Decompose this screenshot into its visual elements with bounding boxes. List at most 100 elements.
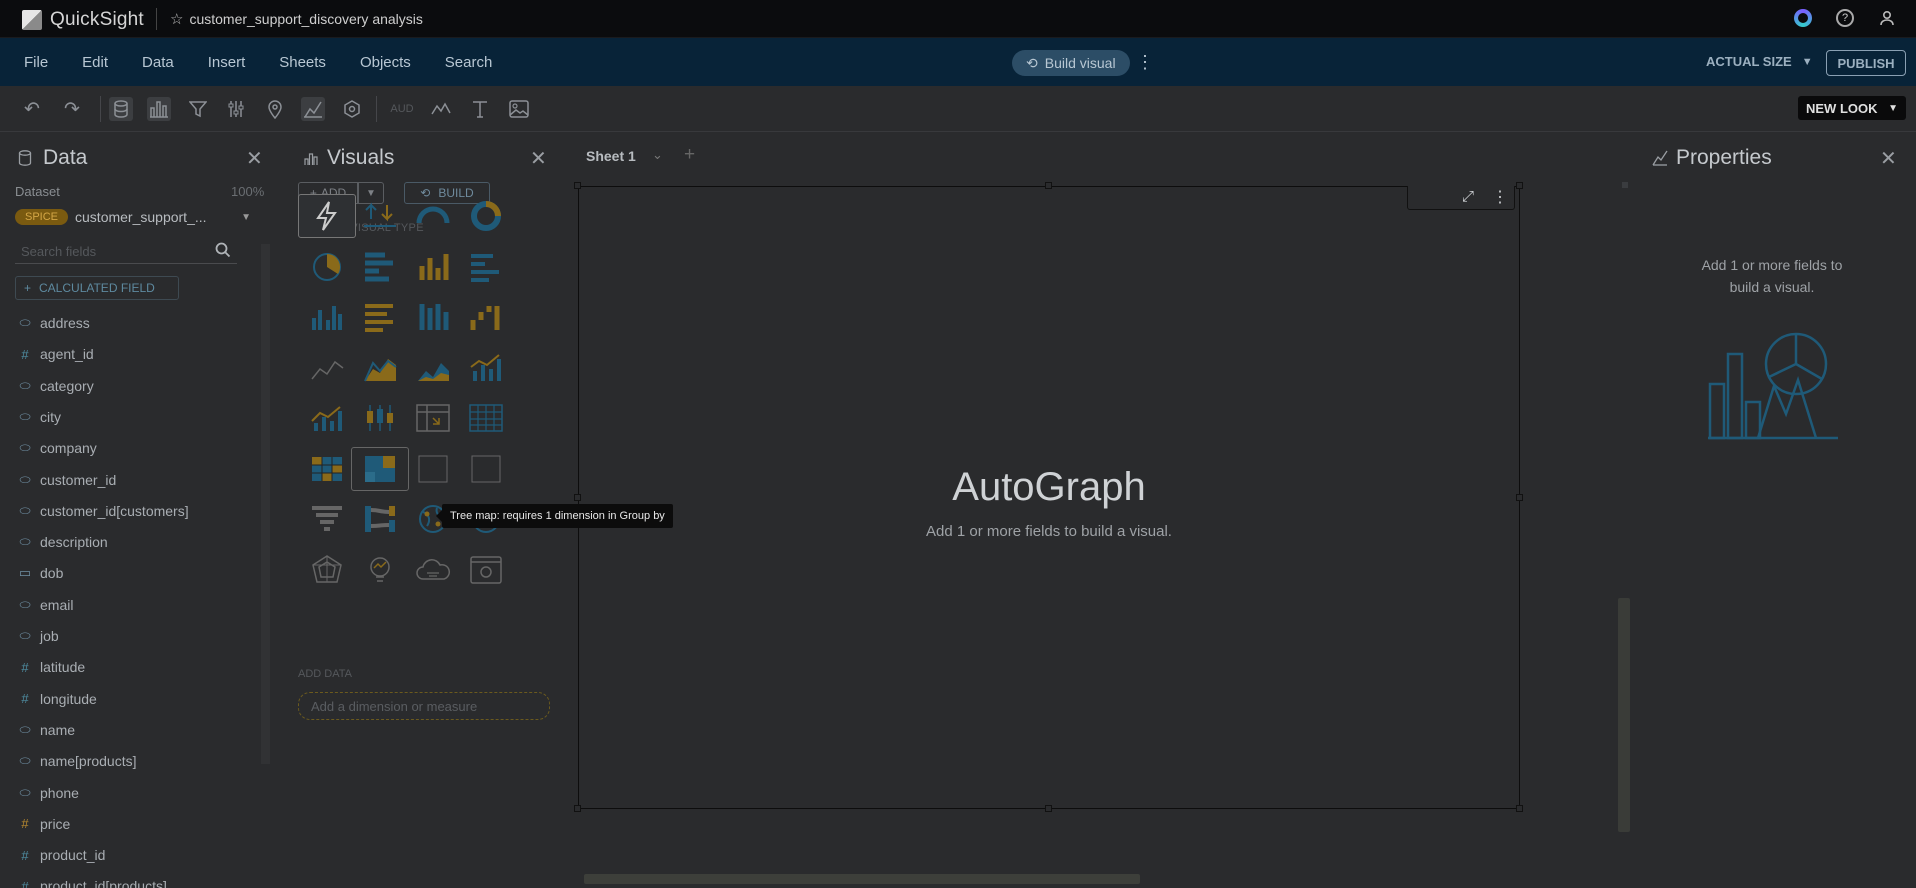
radar-chart-icon[interactable] [298, 548, 356, 592]
resize-handle[interactable] [1516, 494, 1523, 501]
gauge-icon[interactable] [404, 194, 462, 238]
field-item[interactable]: # product_id[products] [18, 878, 166, 888]
menu-insert[interactable]: Insert [208, 54, 246, 71]
heat-map-icon[interactable] [298, 447, 356, 491]
parameters-icon[interactable] [224, 97, 248, 121]
data-scrollbar[interactable] [261, 244, 270, 764]
more-options-icon[interactable]: ⋮ [1136, 52, 1154, 73]
close-icon[interactable]: ✕ [1880, 146, 1897, 171]
word-cloud-icon[interactable] [404, 548, 462, 592]
help-icon[interactable]: ? [1836, 9, 1854, 27]
map-pin-icon[interactable] [263, 97, 287, 121]
filled-map-icon[interactable] [457, 447, 515, 491]
funnel-icon[interactable] [298, 497, 356, 541]
resize-handle[interactable] [1516, 805, 1523, 812]
pivot-table-icon[interactable] [404, 396, 462, 440]
field-item[interactable]: ⬭ job [18, 628, 58, 644]
line-chart-icon[interactable] [298, 346, 356, 390]
menu-sheets[interactable]: Sheets [279, 54, 326, 71]
analysis-title[interactable]: ☆ customer_support_discovery analysis [170, 10, 423, 28]
amazon-q-icon[interactable] [1794, 9, 1812, 27]
sheet-tab[interactable]: Sheet 1 [586, 148, 636, 164]
table-icon[interactable] [457, 396, 515, 440]
close-icon[interactable]: ✕ [246, 146, 263, 171]
resize-handle[interactable] [574, 494, 581, 501]
kpi-icon[interactable] [351, 194, 409, 238]
add-sheet-icon[interactable]: + [684, 144, 695, 166]
area-chart-icon[interactable] [351, 346, 409, 390]
resize-handle[interactable] [1045, 182, 1052, 189]
donut-icon[interactable] [457, 194, 515, 238]
user-icon[interactable] [1878, 9, 1896, 27]
stacked-area-icon[interactable] [404, 346, 462, 390]
field-item[interactable]: ⬭ company [18, 440, 96, 456]
sankey-icon[interactable] [351, 497, 409, 541]
text-box-icon[interactable] [468, 97, 492, 121]
redo-icon[interactable]: ↷ [60, 97, 84, 121]
field-item[interactable]: # agent_id [18, 346, 93, 362]
field-item[interactable]: ⬭ name[products] [18, 753, 136, 769]
size-selector[interactable]: ACTUAL SIZE ▼ [1706, 54, 1813, 69]
field-item[interactable]: ⬭ address [18, 315, 89, 331]
menu-file[interactable]: File [24, 54, 48, 71]
star-icon[interactable]: ☆ [170, 10, 183, 28]
field-item[interactable]: # longitude [18, 691, 96, 707]
resize-handle[interactable] [1045, 805, 1052, 812]
field-item[interactable]: ▭ dob [18, 565, 64, 581]
bar-line-combo-icon[interactable] [298, 396, 356, 440]
menu-edit[interactable]: Edit [82, 54, 108, 71]
field-item[interactable]: # product_id [18, 847, 105, 863]
search-icon[interactable] [215, 242, 231, 263]
insights-icon[interactable] [301, 97, 325, 121]
clustered-vertical-bar-icon[interactable] [298, 295, 356, 339]
more-options-icon[interactable]: ⋮ [1492, 187, 1508, 207]
publish-button[interactable]: PUBLISH [1826, 50, 1906, 76]
expand-icon[interactable]: ⤢ [1462, 188, 1474, 205]
combo-chart-icon[interactable] [457, 346, 515, 390]
chevron-down-icon[interactable]: ⌄ [652, 147, 663, 163]
field-item[interactable]: ⬭ name [18, 722, 75, 738]
menu-search[interactable]: Search [445, 54, 493, 71]
field-item[interactable]: ⬭ phone [18, 785, 79, 801]
field-item[interactable]: # latitude [18, 659, 85, 675]
filter-icon[interactable] [186, 97, 210, 121]
stacked-vertical-bar-icon[interactable] [404, 295, 462, 339]
stacked-horizontal-bar-icon[interactable] [351, 295, 409, 339]
custom-visual-icon[interactable] [457, 548, 515, 592]
dataset-selector[interactable]: SPICE customer_support_... ▼ [15, 204, 259, 230]
scatter-plot-icon[interactable] [404, 447, 462, 491]
field-item[interactable]: ⬭ customer_id[customers] [18, 503, 188, 519]
tree-map-icon[interactable] [351, 446, 409, 491]
resize-handle[interactable] [1516, 182, 1523, 189]
vertical-bar-icon[interactable] [404, 245, 462, 289]
field-item[interactable]: # price [18, 816, 70, 832]
menu-objects[interactable]: Objects [360, 54, 411, 71]
autograph-visual[interactable]: ⤢ ⋮ AutoGraph Add 1 or more fields to bu… [578, 186, 1520, 809]
vertical-scrollbar[interactable] [1618, 598, 1630, 832]
calculated-field-button[interactable]: + CALCULATED FIELD [15, 276, 179, 300]
pie-icon[interactable] [298, 245, 356, 289]
insight-icon[interactable] [351, 548, 409, 592]
data-panel-icon[interactable] [109, 97, 133, 121]
build-visual-button[interactable]: ⟲ Build visual [1012, 50, 1130, 76]
waterfall-icon[interactable] [457, 295, 515, 339]
new-look-toggle[interactable]: NEW LOOK ▼ [1798, 96, 1906, 120]
quicksight-logo[interactable]: QuickSight [22, 9, 144, 31]
field-item[interactable]: ⬭ city [18, 409, 61, 425]
menu-data[interactable]: Data [142, 54, 174, 71]
clustered-horizontal-bar-icon[interactable] [457, 245, 515, 289]
visuals-panel-icon[interactable] [147, 97, 171, 121]
search-fields-input[interactable]: Search fields [15, 240, 237, 264]
field-item[interactable]: ⬭ customer_id [18, 472, 116, 488]
image-icon[interactable] [507, 97, 531, 121]
box-plot-icon[interactable] [351, 396, 409, 440]
horizontal-bar-icon[interactable] [351, 245, 409, 289]
resize-handle[interactable] [574, 805, 581, 812]
add-line-icon[interactable] [429, 97, 453, 121]
add-data-dropzone[interactable]: Add a dimension or measure [298, 692, 550, 720]
undo-icon[interactable]: ↶ [20, 97, 44, 121]
field-item[interactable]: ⬭ description [18, 534, 107, 550]
close-icon[interactable]: ✕ [530, 146, 547, 171]
autograph-icon[interactable] [298, 194, 356, 238]
field-item[interactable]: ⬭ email [18, 597, 73, 613]
